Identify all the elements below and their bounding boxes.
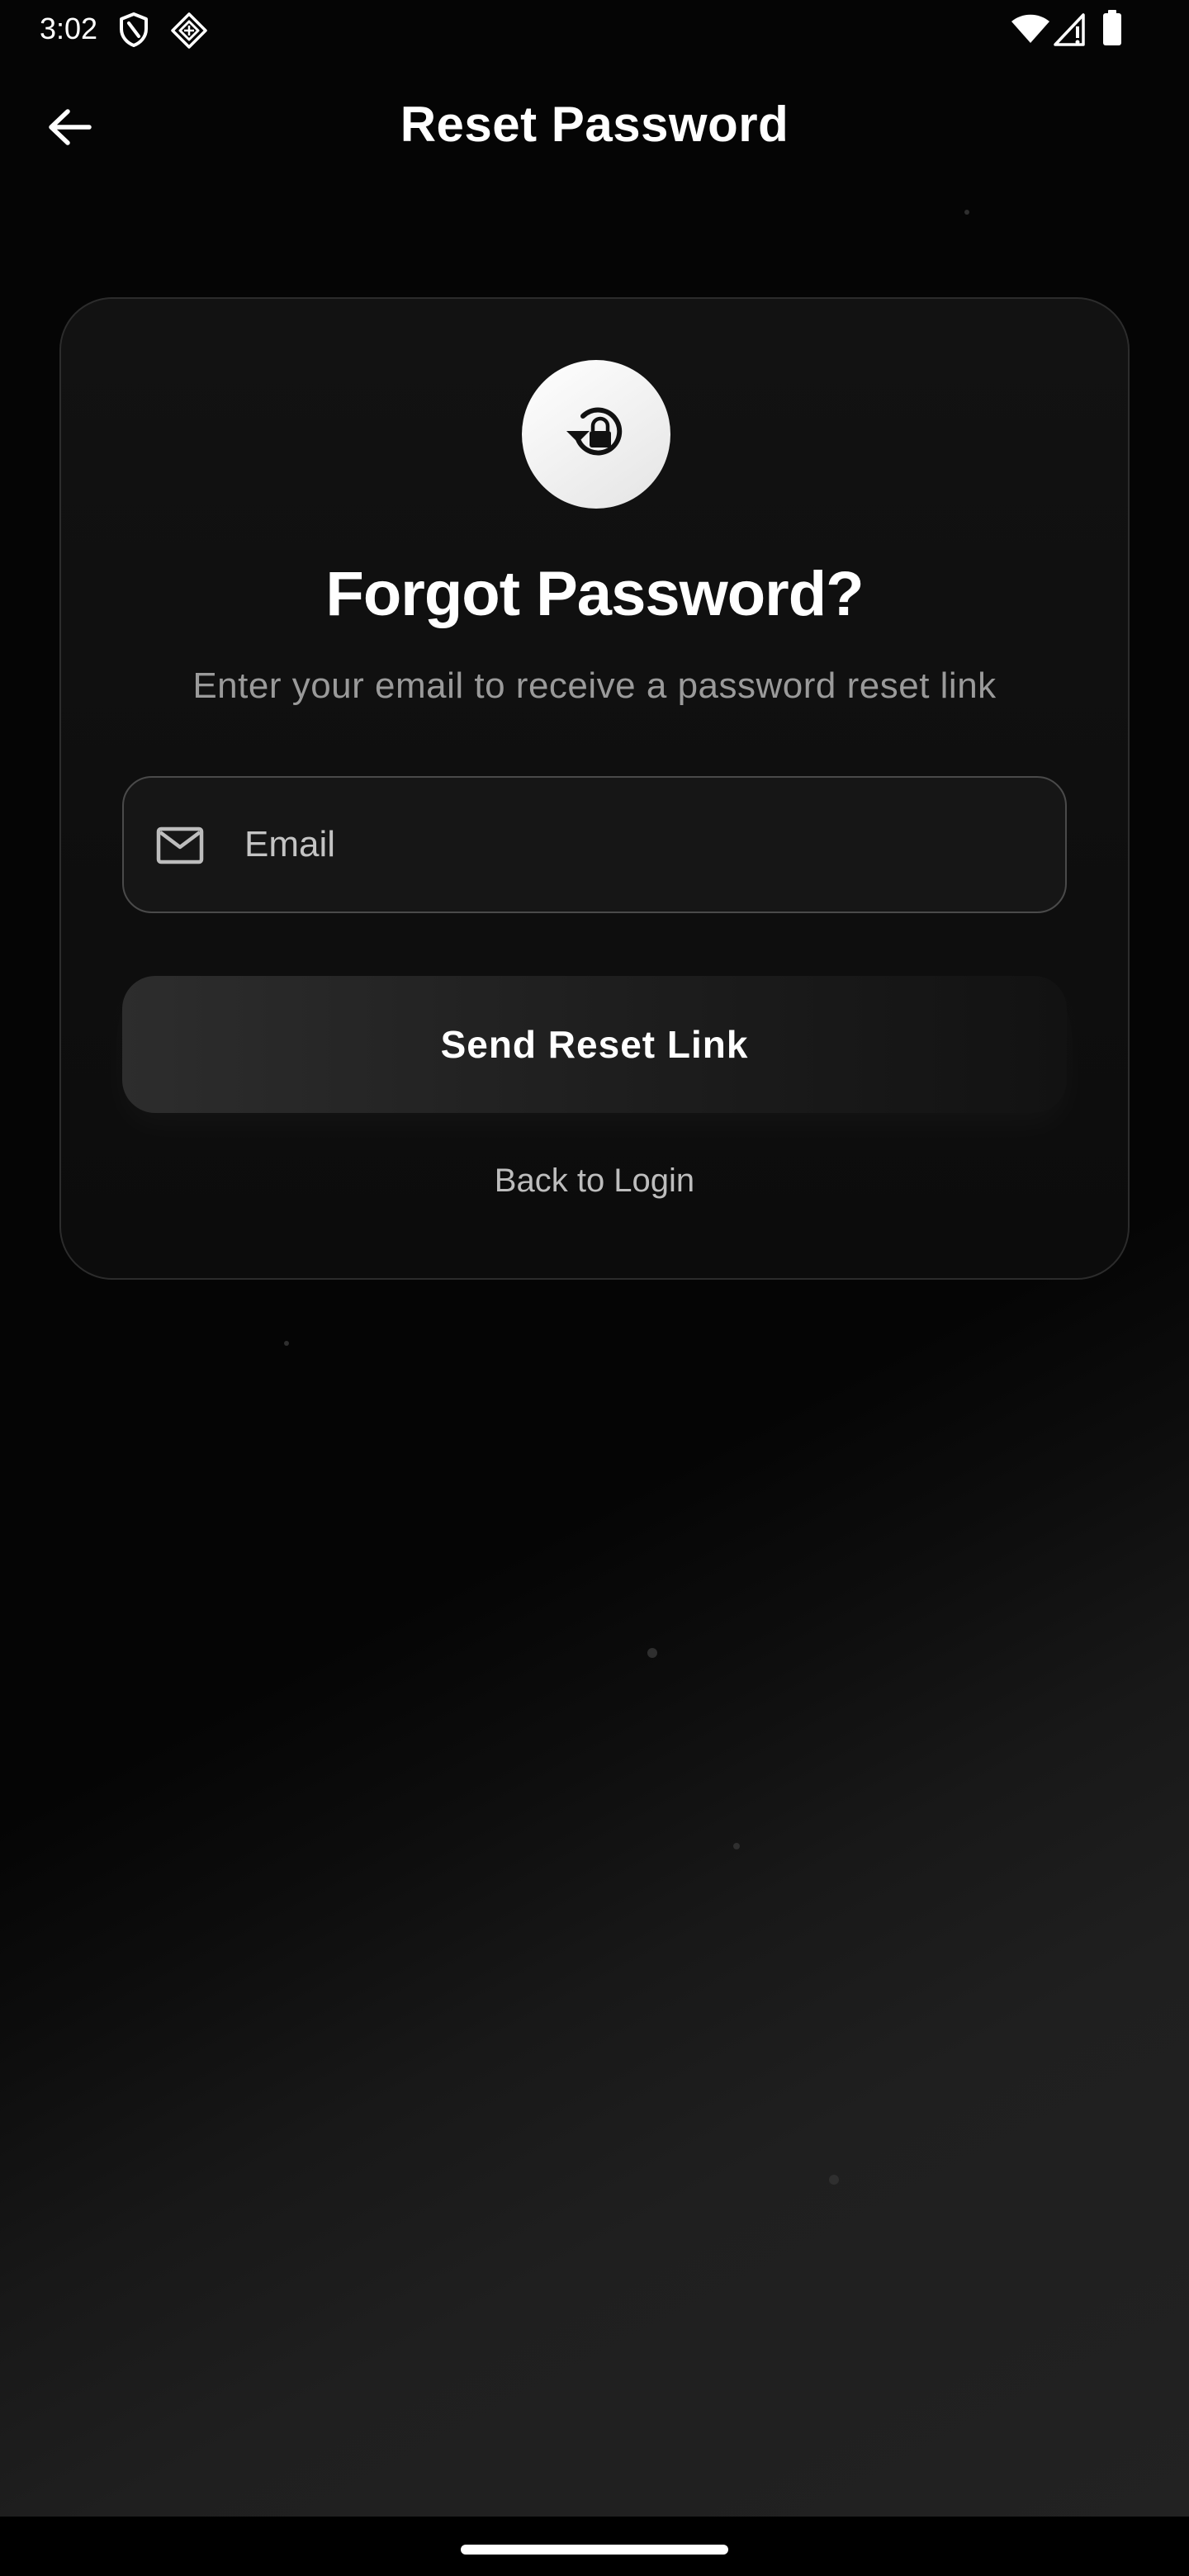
email-input[interactable] bbox=[244, 778, 1037, 912]
app-notification-icon bbox=[170, 12, 208, 54]
lock-reset-icon bbox=[561, 398, 631, 471]
status-time: 3:02 bbox=[40, 12, 98, 45]
lock-reset-icon-container bbox=[522, 360, 670, 509]
app-bar: Reset Password bbox=[0, 83, 1189, 173]
wifi-icon bbox=[1011, 13, 1050, 49]
navigation-bar bbox=[0, 2517, 1189, 2576]
status-bar: 3:02 bbox=[0, 0, 1189, 59]
card-title: Forgot Password? bbox=[325, 559, 864, 629]
cellular-signal-icon bbox=[1054, 13, 1085, 50]
home-indicator[interactable] bbox=[461, 2545, 728, 2555]
background-dot bbox=[964, 210, 969, 215]
background-dot bbox=[829, 2175, 839, 2185]
back-to-login-link[interactable]: Back to Login bbox=[61, 1163, 1128, 1200]
background-dot bbox=[647, 1648, 657, 1658]
email-field[interactable] bbox=[122, 776, 1067, 913]
battery-icon bbox=[1101, 10, 1123, 50]
send-reset-link-label: Send Reset Link bbox=[440, 1023, 749, 1066]
mail-icon bbox=[155, 822, 205, 869]
back-to-login-label: Back to Login bbox=[494, 1163, 695, 1199]
send-reset-link-button[interactable]: Send Reset Link bbox=[122, 976, 1067, 1113]
background-dot bbox=[733, 1843, 740, 1849]
reset-card: Forgot Password? Enter your email to rec… bbox=[59, 297, 1130, 1280]
page-title: Reset Password bbox=[400, 97, 789, 152]
background-dot bbox=[284, 1341, 289, 1346]
shield-icon bbox=[117, 12, 150, 52]
card-subtitle: Enter your email to receive a password r… bbox=[192, 665, 997, 706]
